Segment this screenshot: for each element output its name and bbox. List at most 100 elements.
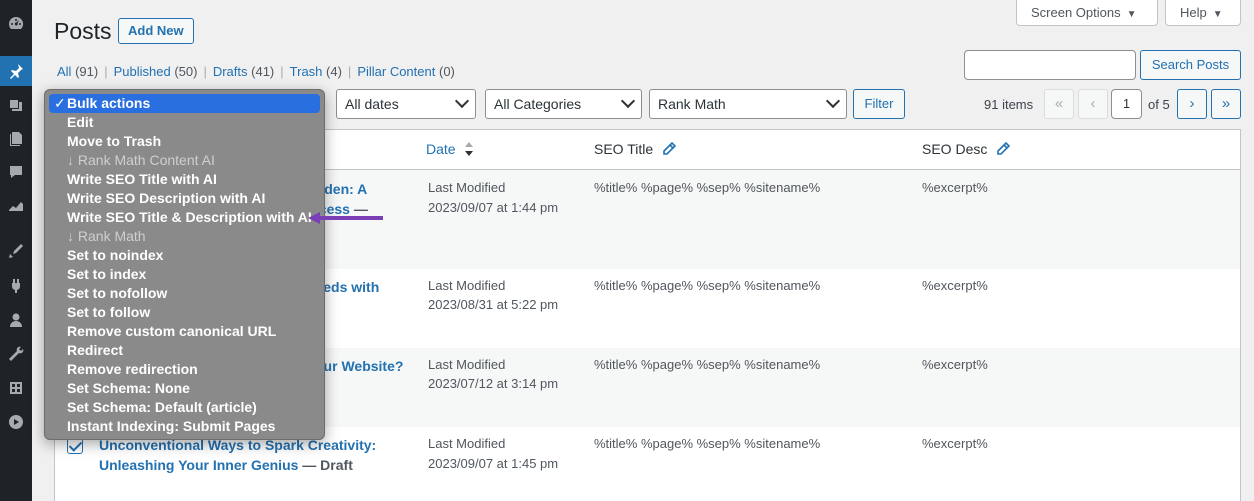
date-filter-value: All dates bbox=[345, 96, 399, 112]
bulk-option-move-to-trash[interactable]: Move to Trash bbox=[49, 132, 320, 151]
settings-icon[interactable] bbox=[0, 373, 32, 403]
bulk-group-rank-math: ↓ Rank Math bbox=[67, 228, 146, 244]
date-column-header[interactable]: Date bbox=[426, 141, 474, 157]
seo-desc-value: %excerpt% bbox=[922, 436, 988, 451]
view-count: (50) bbox=[174, 64, 198, 79]
search-posts-button[interactable]: Search Posts bbox=[1140, 50, 1241, 80]
rank-math-filter-select[interactable]: Rank Math bbox=[649, 89, 847, 119]
view-drafts-link[interactable]: Drafts bbox=[213, 64, 248, 79]
screen-options-label: Screen Options bbox=[1031, 5, 1121, 20]
dashboard-icon[interactable] bbox=[0, 8, 32, 38]
appearance-icon[interactable] bbox=[0, 236, 32, 266]
collapse-menu-icon[interactable] bbox=[0, 407, 32, 437]
pencil-edit-icon[interactable] bbox=[996, 141, 1011, 156]
category-filter-value: All Categories bbox=[494, 96, 582, 112]
seo-title-value: %title% %page% %sep% %sitename% bbox=[594, 436, 821, 451]
bulk-option-set-noindex[interactable]: Set to noindex bbox=[49, 246, 320, 265]
filter-button[interactable]: Filter bbox=[853, 89, 905, 119]
next-page-button[interactable]: › bbox=[1177, 89, 1207, 119]
bulk-option-schema-default[interactable]: Set Schema: Default (article) bbox=[49, 398, 320, 417]
bulk-option-set-index[interactable]: Set to index bbox=[49, 265, 320, 284]
date-value: 2023/09/07 at 1:44 pm bbox=[428, 200, 559, 215]
prev-page-button[interactable]: ‹ bbox=[1078, 89, 1108, 119]
pencil-edit-icon[interactable] bbox=[662, 141, 677, 156]
chevron-down-icon bbox=[825, 93, 841, 109]
date-filter-select[interactable]: All dates bbox=[336, 89, 476, 119]
rank-math-icon[interactable] bbox=[0, 190, 32, 220]
admin-sidebar bbox=[0, 0, 32, 501]
caret-down-icon: ▼ bbox=[1212, 9, 1223, 20]
help-label: Help bbox=[1180, 5, 1207, 20]
seo-desc-header-label: SEO Desc bbox=[922, 141, 988, 157]
bulk-option-set-follow[interactable]: Set to follow bbox=[49, 303, 320, 322]
view-count: (4) bbox=[326, 64, 342, 79]
bulk-option-edit[interactable]: Edit bbox=[49, 113, 320, 132]
tools-icon[interactable] bbox=[0, 339, 32, 369]
chevron-down-icon bbox=[620, 93, 636, 109]
sort-arrows-icon bbox=[465, 142, 474, 156]
bulk-option-write-seo-title-description-ai[interactable]: Write SEO Title & Description with AI bbox=[49, 208, 320, 227]
view-all-link[interactable]: All bbox=[57, 64, 71, 79]
bulk-option-bulk-actions[interactable]: ✓ Bulk actions bbox=[49, 94, 320, 113]
help-button[interactable]: Help ▼ bbox=[1165, 0, 1241, 26]
bulk-option-write-seo-description-ai[interactable]: Write SEO Description with AI bbox=[49, 189, 320, 208]
screen-options-button[interactable]: Screen Options ▼ bbox=[1016, 0, 1158, 26]
seo-title-value: %title% %page% %sep% %sitename% bbox=[594, 357, 821, 372]
bulk-option-redirect[interactable]: Redirect bbox=[49, 341, 320, 360]
seo-desc-value: %excerpt% bbox=[922, 357, 988, 372]
rank-math-filter-value: Rank Math bbox=[658, 96, 726, 112]
date-status: Last Modified bbox=[428, 180, 506, 195]
bulk-actions-dropdown[interactable]: ✓ Bulk actions Edit Move to Trash ↓ Rank … bbox=[44, 89, 325, 440]
date-status: Last Modified bbox=[428, 278, 506, 293]
total-pages: of 5 bbox=[1148, 97, 1170, 112]
plugins-icon[interactable] bbox=[0, 271, 32, 301]
view-count: (0) bbox=[438, 64, 455, 79]
view-count: (41) bbox=[251, 64, 275, 79]
post-status-views: All (91) | Published (50) | Drafts (41) | Tras… bbox=[57, 64, 455, 79]
search-input[interactable] bbox=[964, 50, 1136, 80]
seo-title-value: %title% %page% %sep% %sitename% bbox=[594, 180, 821, 195]
posts-pin-icon[interactable] bbox=[0, 56, 32, 86]
add-new-button[interactable]: Add New bbox=[118, 18, 194, 44]
date-sort-link[interactable]: Date bbox=[426, 141, 456, 157]
post-title-line[interactable]: our Website? bbox=[315, 358, 403, 374]
view-published-link[interactable]: Published bbox=[114, 64, 171, 79]
comments-icon[interactable] bbox=[0, 157, 32, 187]
date-status: Last Modified bbox=[428, 357, 506, 372]
last-page-button[interactable]: » bbox=[1211, 89, 1241, 119]
post-title-link-line2[interactable]: Unleashing Your Inner Genius — Draft bbox=[99, 455, 353, 476]
view-count: (91) bbox=[75, 64, 99, 79]
date-status: Last Modified bbox=[428, 436, 506, 451]
media-icon[interactable] bbox=[0, 90, 32, 120]
row-checkbox[interactable] bbox=[67, 438, 83, 454]
bulk-option-write-seo-title-ai[interactable]: Write SEO Title with AI bbox=[49, 170, 320, 189]
bulk-option-label: Bulk actions bbox=[67, 95, 151, 111]
first-page-button[interactable]: « bbox=[1044, 89, 1074, 119]
seo-desc-value: %excerpt% bbox=[922, 180, 988, 195]
bulk-option-set-nofollow[interactable]: Set to nofollow bbox=[49, 284, 320, 303]
category-filter-select[interactable]: All Categories bbox=[485, 89, 642, 119]
seo-title-value: %title% %page% %sep% %sitename% bbox=[594, 278, 821, 293]
view-pillar-link[interactable]: Pillar Content bbox=[357, 64, 435, 79]
date-value: 2023/07/12 at 3:14 pm bbox=[428, 376, 559, 391]
seo-desc-column-header: SEO Desc bbox=[922, 141, 1011, 157]
bulk-group-rank-math-content-ai: ↓ Rank Math Content AI bbox=[67, 152, 215, 168]
bulk-option-schema-none[interactable]: Set Schema: None bbox=[49, 379, 320, 398]
bulk-option-instant-indexing[interactable]: Instant Indexing: Submit Pages bbox=[49, 417, 320, 436]
seo-title-column-header: SEO Title bbox=[594, 141, 677, 157]
seo-title-header-label: SEO Title bbox=[594, 141, 654, 157]
date-value: 2023/09/07 at 1:45 pm bbox=[428, 456, 559, 471]
post-state: — Draft bbox=[298, 457, 353, 473]
current-page-input[interactable]: 1 bbox=[1111, 89, 1142, 119]
page-title: Posts bbox=[54, 18, 112, 44]
pages-icon[interactable] bbox=[0, 123, 32, 153]
bulk-option-remove-canonical[interactable]: Remove custom canonical URL bbox=[49, 322, 320, 341]
post-title-line[interactable]: Unleashing Your Inner Genius bbox=[99, 457, 298, 473]
checkmark-icon: ✓ bbox=[54, 95, 66, 111]
users-icon[interactable] bbox=[0, 305, 32, 335]
bulk-option-remove-redirection[interactable]: Remove redirection bbox=[49, 360, 320, 379]
view-trash-link[interactable]: Trash bbox=[290, 64, 323, 79]
date-value: 2023/08/31 at 5:22 pm bbox=[428, 297, 559, 312]
post-title-link[interactable]: our Website? bbox=[315, 356, 403, 377]
caret-down-icon: ▼ bbox=[1126, 9, 1137, 20]
